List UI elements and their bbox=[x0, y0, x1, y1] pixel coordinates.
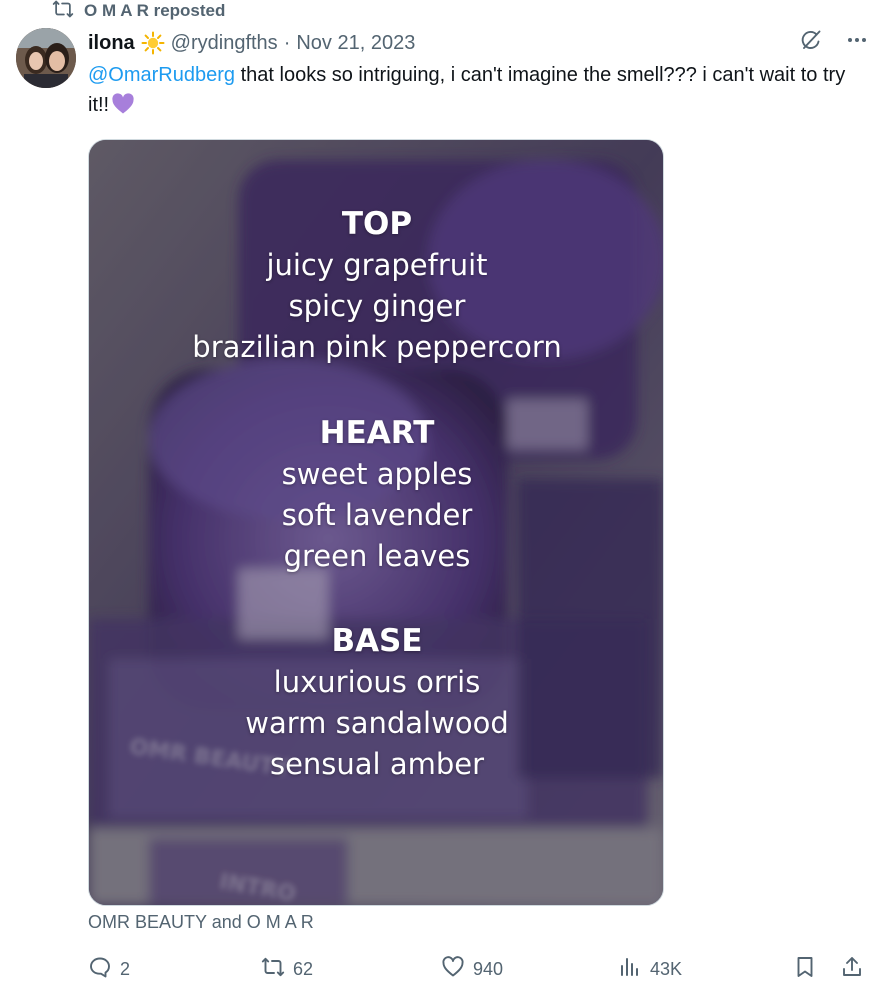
share-icon bbox=[840, 955, 864, 984]
sun-emoji-icon bbox=[141, 31, 165, 55]
heart-notes-heading: HEART bbox=[319, 415, 435, 451]
author-handle[interactable]: @rydingfths bbox=[171, 32, 278, 55]
base-notes-heading: BASE bbox=[331, 623, 423, 659]
repost-button[interactable]: 62 bbox=[261, 955, 313, 984]
repost-count: 62 bbox=[293, 959, 314, 979]
reply-icon bbox=[88, 955, 112, 984]
like-count: 940 bbox=[473, 959, 504, 979]
heart-note: sweet apples bbox=[281, 457, 473, 491]
more-options-icon[interactable] bbox=[845, 28, 869, 58]
tweet-date[interactable]: Nov 21, 2023 bbox=[296, 32, 415, 55]
repost-icon bbox=[261, 955, 285, 984]
tweet-image[interactable]: OMR BEAUTY INTRO TOP juicy grapefruit sp… bbox=[88, 139, 664, 906]
repost-indicator[interactable]: O M A R reposted bbox=[52, 0, 225, 22]
heart-note: soft lavender bbox=[281, 498, 473, 532]
tweet-text: @OmarRudberg that looks so intriguing, i… bbox=[88, 60, 868, 120]
author-name[interactable]: ilona bbox=[88, 32, 135, 55]
reply-count: 2 bbox=[120, 959, 131, 979]
top-note: juicy grapefruit bbox=[266, 248, 488, 282]
reply-button[interactable]: 2 bbox=[88, 955, 130, 984]
bookmark-button[interactable] bbox=[793, 955, 817, 984]
views-button[interactable]: 43K bbox=[618, 955, 682, 984]
avatar[interactable] bbox=[16, 28, 76, 88]
repost-suffix: reposted bbox=[153, 1, 226, 20]
action-bar: 2 62 940 43K bbox=[88, 955, 868, 985]
view-count: 43K bbox=[650, 959, 683, 979]
like-button[interactable]: 940 bbox=[441, 955, 503, 984]
heart-icon bbox=[441, 955, 465, 984]
base-note: luxurious orris bbox=[273, 665, 481, 699]
top-notes-heading: TOP bbox=[341, 206, 413, 242]
base-note: sensual amber bbox=[269, 747, 485, 781]
top-note: brazilian pink peppercorn bbox=[192, 330, 562, 364]
header-separator: · bbox=[283, 31, 291, 54]
mention-link[interactable]: @OmarRudberg bbox=[88, 64, 235, 86]
base-note: warm sandalwood bbox=[245, 706, 509, 740]
reposter-name[interactable]: O M A R bbox=[84, 1, 149, 20]
media-credit[interactable]: OMR BEAUTY and O M A R bbox=[88, 912, 314, 933]
bookmark-icon bbox=[793, 955, 817, 984]
heart-note: green leaves bbox=[283, 539, 471, 573]
top-note: spicy ginger bbox=[288, 289, 466, 323]
analytics-icon bbox=[618, 955, 642, 984]
repost-icon bbox=[52, 0, 74, 25]
purple-heart-emoji-icon bbox=[111, 93, 135, 115]
grok-icon[interactable] bbox=[799, 28, 823, 58]
share-button[interactable] bbox=[840, 955, 864, 984]
tweet-header: ilona @rydingfths · Nov 21, 2023 bbox=[88, 28, 869, 58]
